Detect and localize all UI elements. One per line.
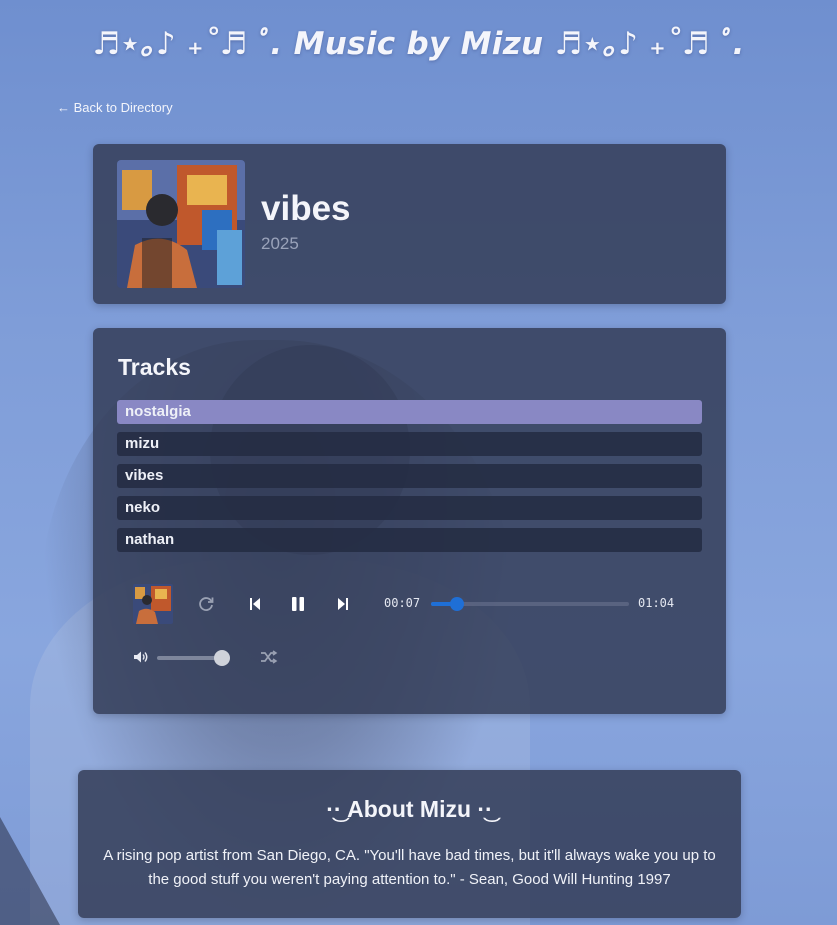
shuffle-icon: [261, 650, 278, 664]
album-year: 2025: [261, 234, 299, 253]
shuffle-button[interactable]: [259, 647, 279, 667]
about-text: A rising pop artist from San Diego, CA. …: [103, 847, 716, 888]
album-card: vibes 2025: [93, 144, 726, 304]
repeat-button[interactable]: [196, 594, 216, 614]
next-track-button[interactable]: [333, 594, 353, 614]
track-item-nostalgia[interactable]: nostalgia: [117, 400, 702, 424]
track-item-vibes[interactable]: vibes: [117, 464, 702, 488]
next-icon: [338, 598, 348, 610]
progress-thumb[interactable]: [449, 597, 464, 611]
pause-icon: [292, 597, 304, 611]
volume-button[interactable]: [131, 647, 151, 667]
background-photo-shadow: [0, 817, 60, 925]
tracks-heading: Tracks: [118, 354, 191, 380]
previous-track-button[interactable]: [245, 594, 265, 614]
previous-icon: [250, 598, 260, 610]
site-title: ♬⋆｡♪ ₊˚♬ ﾟ. Music by Mizu ♬⋆｡♪ ₊˚♬ ﾟ.: [92, 26, 745, 62]
volume-icon: [134, 651, 148, 663]
about-heading: ·͜· About Mizu ·͜·: [326, 796, 493, 822]
about-card: ·͜· About Mizu ·͜· A rising pop artist f…: [78, 770, 741, 918]
pause-button[interactable]: [288, 594, 308, 614]
tracks-card: Tracks nostalgia mizu vibes neko nathan: [93, 328, 726, 714]
repeat-icon: [199, 597, 214, 611]
track-list: nostalgia mizu vibes neko nathan: [117, 400, 702, 560]
track-item-mizu[interactable]: mizu: [117, 432, 702, 456]
progress-bar[interactable]: [431, 597, 629, 611]
current-time: 00:07: [384, 596, 421, 610]
duration: 01:04: [638, 596, 675, 610]
volume-slider[interactable]: [157, 650, 230, 666]
album-title: vibes: [261, 189, 351, 228]
now-playing-cover: [133, 584, 173, 624]
audio-player: 00:07 01:04: [133, 584, 693, 684]
track-item-nathan[interactable]: nathan: [117, 528, 702, 552]
back-to-directory-link[interactable]: ← Back to Directory: [57, 100, 173, 115]
track-item-neko[interactable]: neko: [117, 496, 702, 520]
volume-thumb[interactable]: [213, 650, 230, 666]
album-cover-image: [117, 160, 245, 288]
